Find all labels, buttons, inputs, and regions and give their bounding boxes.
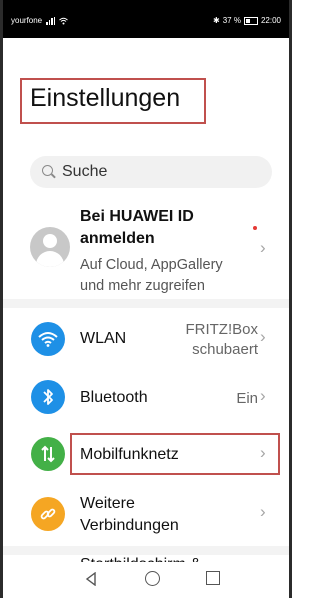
avatar-icon — [30, 227, 70, 267]
wlan-label: WLAN — [80, 330, 127, 347]
recent-apps-icon[interactable] — [206, 571, 220, 585]
bluetooth-status: Ein — [236, 390, 258, 407]
huawei-id-subtitle: Auf Cloud, AppGallery und mehr zugreifen — [80, 257, 223, 294]
home-icon[interactable] — [145, 571, 160, 586]
back-icon[interactable] — [85, 572, 97, 586]
section-divider — [3, 299, 289, 308]
carrier-name: yourfone — [11, 16, 43, 25]
chevron-right-icon: › — [260, 502, 266, 521]
navigation-bar — [3, 562, 289, 598]
chevron-right-icon: › — [260, 327, 266, 346]
status-bar: yourfone ✱ 37 % 22:00 — [3, 0, 289, 38]
link-icon — [31, 497, 65, 531]
wlan-network-name: FRITZ!Box — [185, 321, 258, 338]
chevron-right-icon: › — [260, 443, 266, 462]
bluetooth-label: Bluetooth — [80, 389, 148, 406]
chevron-right-icon: › — [260, 386, 266, 405]
wifi-icon — [31, 322, 65, 356]
wifi-status-icon — [59, 17, 68, 24]
mobilfunknetz-label: Mobilfunknetz — [80, 446, 179, 463]
clock: 22:00 — [260, 16, 281, 25]
notification-dot — [253, 226, 257, 230]
wlan-network-name-2: schubaert — [192, 341, 258, 358]
search-icon — [42, 165, 53, 176]
search-input[interactable]: Suche — [30, 156, 272, 188]
huawei-id-title: Bei HUAWEI ID anmelden — [80, 208, 194, 247]
search-placeholder: Suche — [62, 163, 108, 180]
chevron-right-icon: › — [260, 238, 266, 257]
signal-icon — [46, 16, 56, 25]
page-title: Einstellungen — [30, 84, 181, 112]
status-right: ✱ 37 % 22:00 — [213, 16, 281, 25]
status-left: yourfone — [11, 16, 68, 25]
section-divider — [3, 546, 289, 555]
bluetooth-icon — [31, 380, 65, 414]
right-frame-border — [289, 0, 292, 598]
weitere-verbindungen-label: Weitere Verbindungen — [80, 495, 179, 534]
battery-icon — [243, 16, 258, 25]
bluetooth-status-icon: ✱ — [213, 16, 220, 25]
battery-percent: 37 % — [222, 16, 241, 25]
mobile-data-icon — [31, 437, 65, 471]
